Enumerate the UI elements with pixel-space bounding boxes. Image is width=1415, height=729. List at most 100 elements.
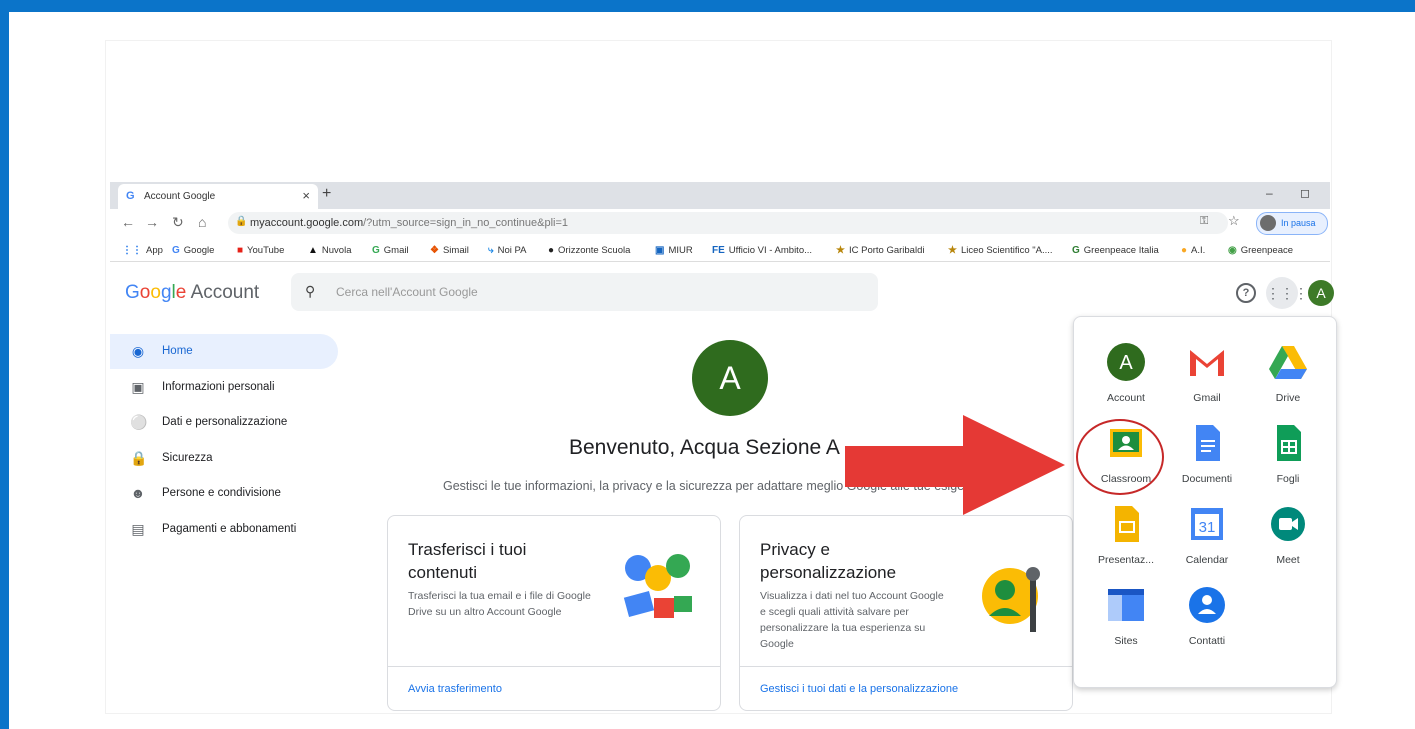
card-divider (388, 666, 720, 667)
sidebar-item-personal-info[interactable]: ▣ Informazioni personali (110, 370, 338, 405)
google-favicon-icon: G (126, 190, 135, 202)
bookmark-greenpeace-italia[interactable]: G Greenpeace Italia (1072, 245, 1159, 256)
toggle-icon: ⚪ (130, 414, 148, 430)
bookmark-star-icon[interactable]: ☆ (1228, 213, 1240, 229)
app-drive[interactable]: Drive (1248, 342, 1328, 404)
app-meet[interactable]: Meet (1248, 504, 1328, 566)
help-icon[interactable]: ? (1236, 283, 1256, 303)
account-app-icon: A (1106, 342, 1146, 382)
google-icon: G (172, 245, 180, 256)
account-avatar-button[interactable]: A (1308, 280, 1334, 306)
account-search-input[interactable]: ⚲ Cerca nell'Account Google (291, 273, 878, 311)
profile-status: In pausa (1281, 218, 1316, 228)
sidebar-item-payments[interactable]: ▤ Pagamenti e abbonamenti (110, 512, 338, 547)
drive-icon (1268, 342, 1308, 382)
reload-icon[interactable]: ↻ (172, 214, 184, 231)
google-apps-button[interactable]: ⋮⋮⋮ (1266, 277, 1308, 309)
profile-button[interactable]: In pausa (1256, 212, 1328, 235)
forward-icon[interactable]: → (145, 214, 159, 230)
google-icon: G (372, 245, 380, 256)
miur-icon: ▣ (655, 245, 665, 256)
id-card-icon: ▣ (131, 379, 145, 395)
ai-icon: ● (1181, 245, 1188, 256)
cloud-icon: ▲ (308, 245, 318, 256)
fe-icon: FE (712, 245, 725, 256)
back-icon[interactable]: ← (121, 214, 135, 230)
simail-icon: ❖ (430, 245, 439, 256)
card-divider (740, 666, 1072, 667)
classroom-highlight-circle (1076, 419, 1164, 495)
bookmark-simail[interactable]: ❖ Simail (430, 245, 469, 256)
privacy-illustration-icon (982, 567, 1040, 632)
welcome-heading: Benvenuto, Acqua Sezione A (569, 436, 840, 459)
bookmark-greenpeace[interactable]: ◉ Greenpeace (1228, 245, 1293, 256)
apps-grid-icon: ⋮⋮ (122, 245, 142, 256)
manage-data-link[interactable]: Gestisci i tuoi dati e la personalizzazi… (760, 683, 958, 695)
sidebar-item-people-sharing[interactable]: ☻ Persone e condivisione (110, 476, 338, 511)
docs-icon (1187, 423, 1227, 463)
app-account[interactable]: A Account (1086, 342, 1166, 404)
logo-google: Google (125, 282, 187, 303)
url-host: myaccount.google.com (250, 217, 364, 229)
sites-icon (1106, 585, 1146, 625)
meet-icon (1268, 504, 1308, 544)
sheets-icon (1268, 423, 1308, 463)
app-sheets[interactable]: Fogli (1248, 423, 1328, 485)
gmail-icon (1187, 342, 1227, 382)
app-sites[interactable]: Sites (1086, 585, 1166, 647)
svg-text:A: A (1119, 352, 1133, 374)
bookmark-apps[interactable]: ⋮⋮ App (122, 245, 163, 256)
transfer-content-card[interactable]: Trasferisci i tuoi contenuti Trasferisci… (387, 515, 721, 711)
tab-close-button[interactable]: × (302, 188, 310, 203)
profile-avatar (1260, 215, 1276, 231)
bookmark-liceo[interactable]: ★ Liceo Scientifico "A.... (948, 245, 1053, 256)
bookmark-google[interactable]: G Google (172, 245, 214, 256)
start-transfer-link[interactable]: Avvia trasferimento (408, 683, 502, 695)
google-account-logo[interactable]: Google Account (125, 282, 259, 304)
orizzonte-icon: ● (548, 245, 555, 256)
minimize-icon[interactable]: – (1266, 186, 1273, 200)
bookmark-miur[interactable]: ▣ MIUR (655, 245, 693, 256)
url-path: /?utm_source=sign_in_no_continue&pli=1 (363, 217, 568, 229)
address-bar[interactable]: 🔒 myaccount.google.com/?utm_source=sign_… (228, 212, 1228, 234)
tab-title: Account Google (144, 191, 216, 202)
lock-icon: 🔒 (130, 450, 148, 466)
contacts-icon (1187, 585, 1227, 625)
people-icon: ☻ (130, 485, 146, 501)
bookmark-orizzonte-scuola[interactable]: ● Orizzonte Scuola (548, 245, 630, 256)
key-icon[interactable]: ⚿ (1200, 215, 1208, 228)
slides-icon (1106, 504, 1146, 544)
app-calendar[interactable]: 31 Calendar (1167, 504, 1247, 566)
bookmark-ufficio[interactable]: FE Ufficio VI - Ambito... (712, 245, 812, 256)
greenpeace-icon: G (1072, 245, 1080, 256)
account-circle-icon: ◉ (131, 343, 145, 359)
bookmark-noipa[interactable]: ⤷ Noi PA (488, 245, 526, 256)
bookmark-ic-porto[interactable]: ★ IC Porto Garibaldi (836, 245, 924, 256)
restore-icon[interactable]: ◻ (1300, 186, 1310, 200)
bookmark-gmail[interactable]: G Gmail (372, 245, 409, 256)
lock-icon: 🔒 (235, 216, 248, 227)
emblem-icon: ★ (948, 245, 957, 256)
app-gmail[interactable]: Gmail (1167, 342, 1247, 404)
credit-card-icon: ▤ (131, 521, 145, 537)
profile-avatar-large[interactable]: A (692, 340, 768, 416)
app-docs[interactable]: Documenti (1167, 423, 1247, 485)
sidebar-item-security[interactable]: 🔒 Sicurezza (110, 441, 338, 476)
calendar-icon: 31 (1187, 504, 1227, 544)
card-title: Privacy e personalizzazione (760, 540, 897, 582)
bookmark-ai[interactable]: ● A.I. (1181, 245, 1205, 256)
app-slides[interactable]: Presentaz... (1086, 504, 1166, 566)
bookmark-nuvola[interactable]: ▲ Nuvola (308, 245, 351, 256)
bookmark-youtube[interactable]: ■ YouTube (237, 245, 284, 256)
search-icon: ⚲ (305, 283, 316, 299)
search-placeholder: Cerca nell'Account Google (336, 285, 478, 299)
browser-tab[interactable]: G Account Google × (118, 184, 318, 209)
home-icon[interactable]: ⌂ (198, 214, 206, 230)
balloons-illustration-icon (623, 554, 692, 618)
sidebar-item-home[interactable]: ◉ Home (110, 334, 338, 369)
new-tab-button[interactable]: + (322, 185, 331, 203)
privacy-card[interactable]: Privacy e personalizzazione Visualizza i… (739, 515, 1073, 711)
sidebar-item-data-personalization[interactable]: ⚪ Dati e personalizzazione (110, 405, 338, 440)
app-contacts[interactable]: Contatti (1167, 585, 1247, 647)
card-description: Visualizza i dati nel tuo Account Google… (760, 590, 944, 650)
